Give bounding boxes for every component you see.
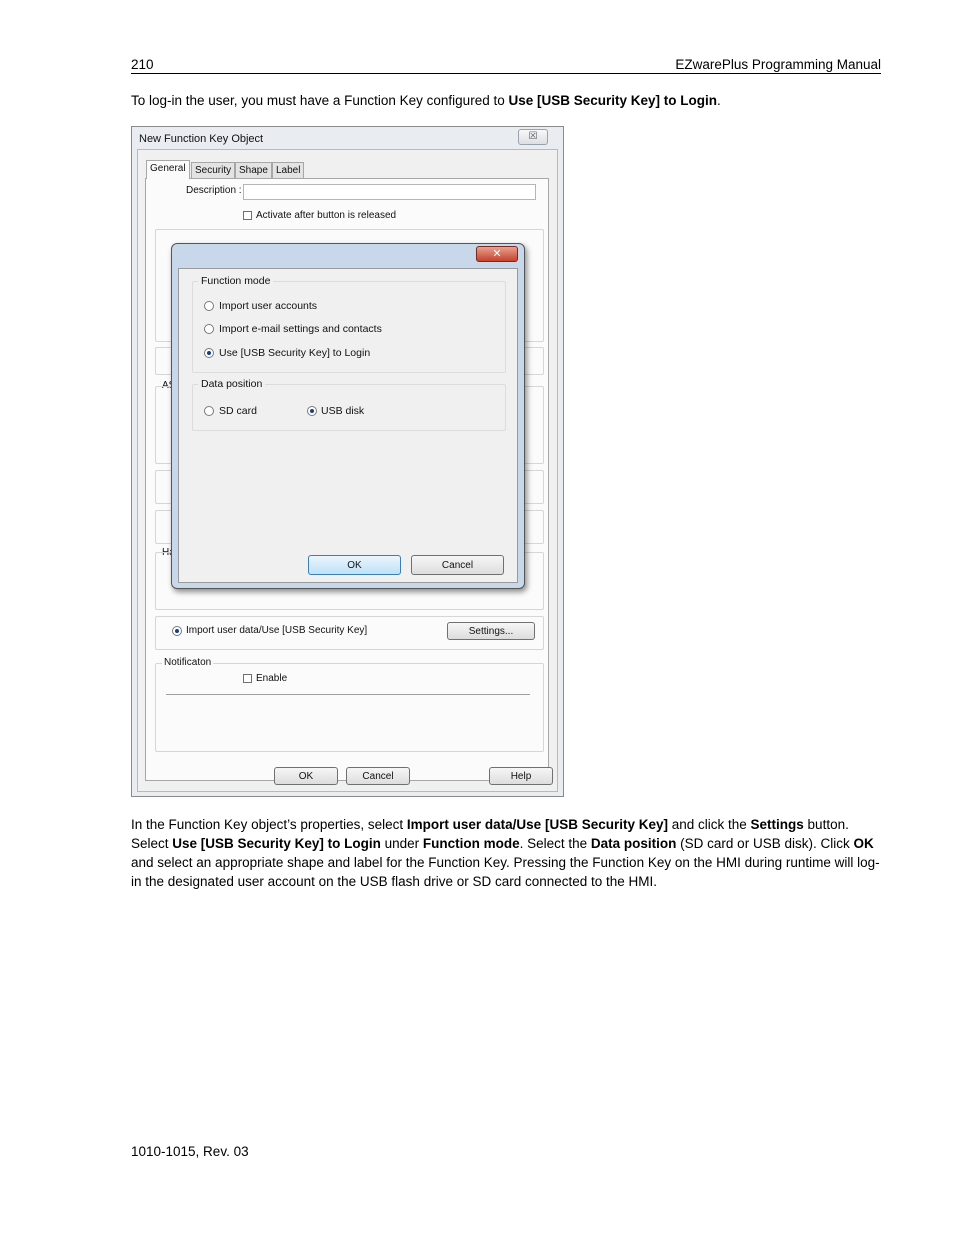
- import-user-accounts-radio[interactable]: [204, 301, 214, 311]
- notification-label: Notificaton: [162, 657, 214, 668]
- activate-checkbox[interactable]: [243, 211, 252, 220]
- sd-card-label: SD card: [219, 405, 257, 417]
- data-position-label: Data position: [198, 378, 266, 390]
- sd-card-radio[interactable]: [204, 406, 214, 416]
- dialog-cancel-button[interactable]: Cancel: [411, 555, 504, 575]
- use-usb-security-key-label: Use [USB Security Key] to Login: [219, 347, 371, 359]
- intro-paragraph: To log-in the user, you must have a Func…: [131, 93, 721, 108]
- tab-security[interactable]: Security: [191, 162, 236, 179]
- dialog-close-icon[interactable]: ✕: [476, 246, 518, 262]
- usb-disk-radio[interactable]: [307, 406, 317, 416]
- import-user-data-radio[interactable]: [172, 626, 182, 636]
- import-user-data-label: Import user data/Use [USB Security Key]: [186, 625, 368, 636]
- window-title: New Function Key Object: [139, 133, 264, 145]
- tab-label[interactable]: Label: [272, 162, 305, 179]
- footer-doc-id: 1010-1015, Rev. 03: [131, 1144, 249, 1159]
- window-cancel-button[interactable]: Cancel: [346, 767, 410, 785]
- manual-title: EZwarePlus Programming Manual: [675, 57, 881, 72]
- enable-checkbox[interactable]: [243, 674, 252, 683]
- dialog-body: Function mode Import user accounts Impor…: [178, 268, 518, 583]
- dialog-ok-button[interactable]: OK: [308, 555, 401, 575]
- notification-group: [155, 663, 544, 752]
- import-email-settings-radio[interactable]: [204, 324, 214, 334]
- usb-disk-label: USB disk: [321, 405, 365, 417]
- import-email-settings-label: Import e-mail settings and contacts: [219, 323, 382, 335]
- enable-label: Enable: [256, 673, 288, 684]
- description-label: Description :: [186, 185, 242, 196]
- window-ok-button[interactable]: OK: [274, 767, 338, 785]
- activate-label: Activate after button is released: [256, 210, 397, 221]
- use-usb-security-key-radio[interactable]: [204, 348, 214, 358]
- notification-divider: [166, 694, 530, 695]
- instructions-paragraph: In the Function Key object’s properties,…: [131, 817, 880, 889]
- function-mode-label: Function mode: [198, 275, 274, 287]
- security-key-settings-dialog: ✕ Function mode Import user accounts Imp…: [171, 243, 525, 589]
- tab-general[interactable]: General: [146, 160, 190, 179]
- page-number: 210: [131, 57, 154, 72]
- settings-button[interactable]: Settings...: [447, 622, 535, 640]
- window-help-button[interactable]: Help: [489, 767, 553, 785]
- tab-shape[interactable]: Shape: [235, 162, 272, 179]
- description-input[interactable]: [243, 184, 536, 200]
- header-rule: [131, 73, 881, 74]
- window-close-icon[interactable]: ☒: [518, 129, 548, 145]
- import-user-accounts-label: Import user accounts: [219, 300, 318, 312]
- function-key-screenshot: New Function Key Object ☒ General Securi…: [131, 126, 564, 797]
